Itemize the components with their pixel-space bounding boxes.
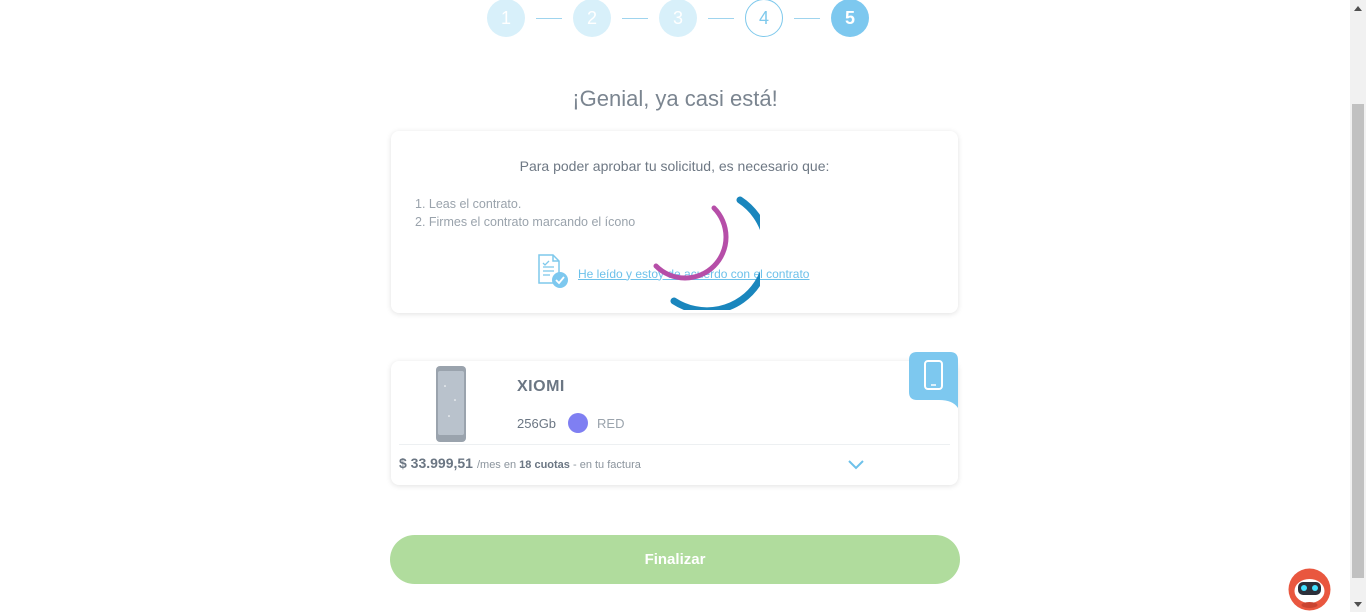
- step-3: 3: [659, 0, 697, 37]
- chatbot-icon[interactable]: [1287, 567, 1332, 612]
- finish-button[interactable]: Finalizar: [390, 535, 960, 584]
- product-name: XIOMI: [517, 378, 565, 395]
- scroll-up-arrow-icon[interactable]: [1350, 0, 1366, 16]
- step-1: 1: [487, 0, 525, 37]
- product-specs: 256Gb RED: [517, 413, 625, 433]
- scrollbar[interactable]: [1350, 0, 1366, 612]
- scrollbar-thumb[interactable]: [1352, 104, 1364, 578]
- price-suffix-post: - en tu factura: [572, 459, 641, 471]
- progress-stepper: 1 2 3 4 5: [487, 0, 869, 37]
- product-image: [436, 366, 466, 442]
- product-color: RED: [597, 415, 625, 431]
- step-2: 2: [573, 0, 611, 37]
- page-title: ¡Genial, ya casi está!: [572, 86, 778, 111]
- scroll-down-arrow-icon[interactable]: [1350, 596, 1366, 612]
- product-card: XIOMI 256Gb RED $ 33.999,51 /mes en 18 c…: [391, 361, 958, 485]
- price-row: $ 33.999,51 /mes en 18 cuotas - en tu fa…: [399, 455, 641, 471]
- contract-steps-list: 1. Leas el contrato. 2. Firmes el contra…: [415, 195, 635, 231]
- loading-spinner-icon: [653, 196, 760, 310]
- divider: [399, 444, 950, 445]
- smartphone-icon: [909, 352, 958, 408]
- step-connector: [536, 17, 562, 19]
- step-connector: [622, 17, 648, 19]
- step-connector: [794, 17, 820, 19]
- product-storage: 256Gb: [517, 415, 557, 431]
- step-5: 5: [831, 0, 869, 37]
- list-item: 2. Firmes el contrato marcando el ícono: [415, 215, 636, 229]
- installments: 18 cuotas: [519, 459, 570, 471]
- price-details: /mes en 18 cuotas - en tu factura: [477, 459, 641, 471]
- product-price: $ 33.999,51: [399, 455, 473, 471]
- step-4: 4: [745, 0, 783, 37]
- price-suffix-pre: /mes en: [476, 459, 517, 471]
- contract-intro: Para poder aprobar tu solicitud, es nece…: [519, 158, 830, 174]
- list-item: 1. Leas el contrato.: [415, 197, 522, 211]
- color-swatch: [568, 413, 589, 433]
- step-connector: [708, 17, 734, 19]
- chevron-down-icon[interactable]: [848, 458, 864, 470]
- document-check-icon[interactable]: [536, 253, 570, 294]
